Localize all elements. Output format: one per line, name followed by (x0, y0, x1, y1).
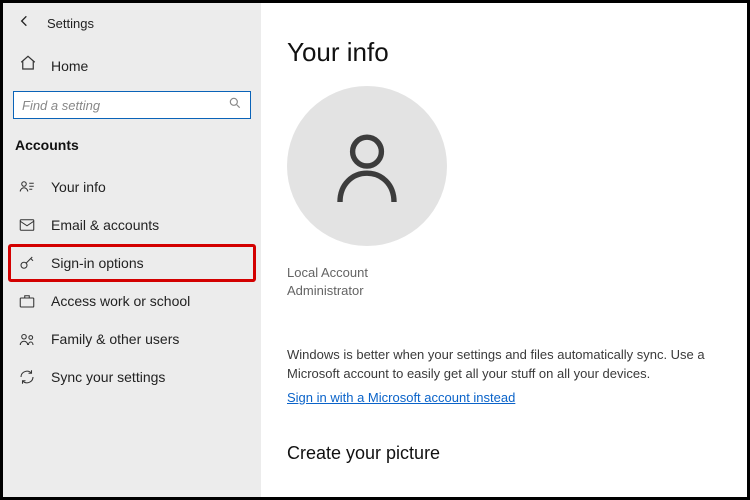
sync-icon (17, 368, 37, 386)
people-icon (17, 330, 37, 348)
sidebar-item-label: Access work or school (51, 293, 190, 309)
mail-icon (17, 216, 37, 234)
account-role: Administrator (287, 282, 721, 300)
account-type: Local Account (287, 264, 721, 282)
sync-blurb: Windows is better when your settings and… (287, 346, 707, 384)
home-button[interactable]: Home (3, 44, 261, 91)
settings-window: Settings Home Accounts Your info (0, 0, 750, 500)
search-icon (228, 96, 242, 115)
picture-heading: Create your picture (287, 443, 721, 464)
titlebar: Settings (3, 9, 261, 44)
sidebar-item-label: Your info (51, 179, 106, 195)
briefcase-icon (17, 292, 37, 310)
sidebar: Settings Home Accounts Your info (3, 3, 261, 497)
person-card-icon (17, 178, 37, 196)
sidebar-item-signin-options[interactable]: Sign-in options (9, 245, 255, 281)
back-icon[interactable] (17, 13, 33, 34)
sidebar-item-your-info[interactable]: Your info (9, 169, 255, 205)
section-header: Accounts (3, 137, 261, 167)
sidebar-item-access-work[interactable]: Access work or school (9, 283, 255, 319)
home-icon (19, 54, 37, 77)
nav-list: Your info Email & accounts Sign-in optio… (3, 167, 261, 395)
sidebar-item-label: Email & accounts (51, 217, 159, 233)
user-icon (322, 121, 412, 211)
home-label: Home (51, 58, 88, 74)
key-icon (17, 254, 37, 272)
search-field-wrap (3, 91, 261, 137)
search-input[interactable] (22, 98, 228, 113)
sidebar-item-email[interactable]: Email & accounts (9, 207, 255, 243)
sidebar-item-sync[interactable]: Sync your settings (9, 359, 255, 395)
signin-microsoft-link[interactable]: Sign in with a Microsoft account instead (287, 390, 515, 405)
search-field[interactable] (13, 91, 251, 119)
page-title: Your info (287, 37, 721, 68)
avatar (287, 86, 447, 246)
window-title: Settings (47, 16, 94, 31)
sidebar-item-family[interactable]: Family & other users (9, 321, 255, 357)
sidebar-item-label: Sign-in options (51, 255, 144, 271)
main-panel: Your info Local Account Administrator Wi… (261, 3, 747, 497)
sidebar-item-label: Sync your settings (51, 369, 165, 385)
sidebar-item-label: Family & other users (51, 331, 179, 347)
